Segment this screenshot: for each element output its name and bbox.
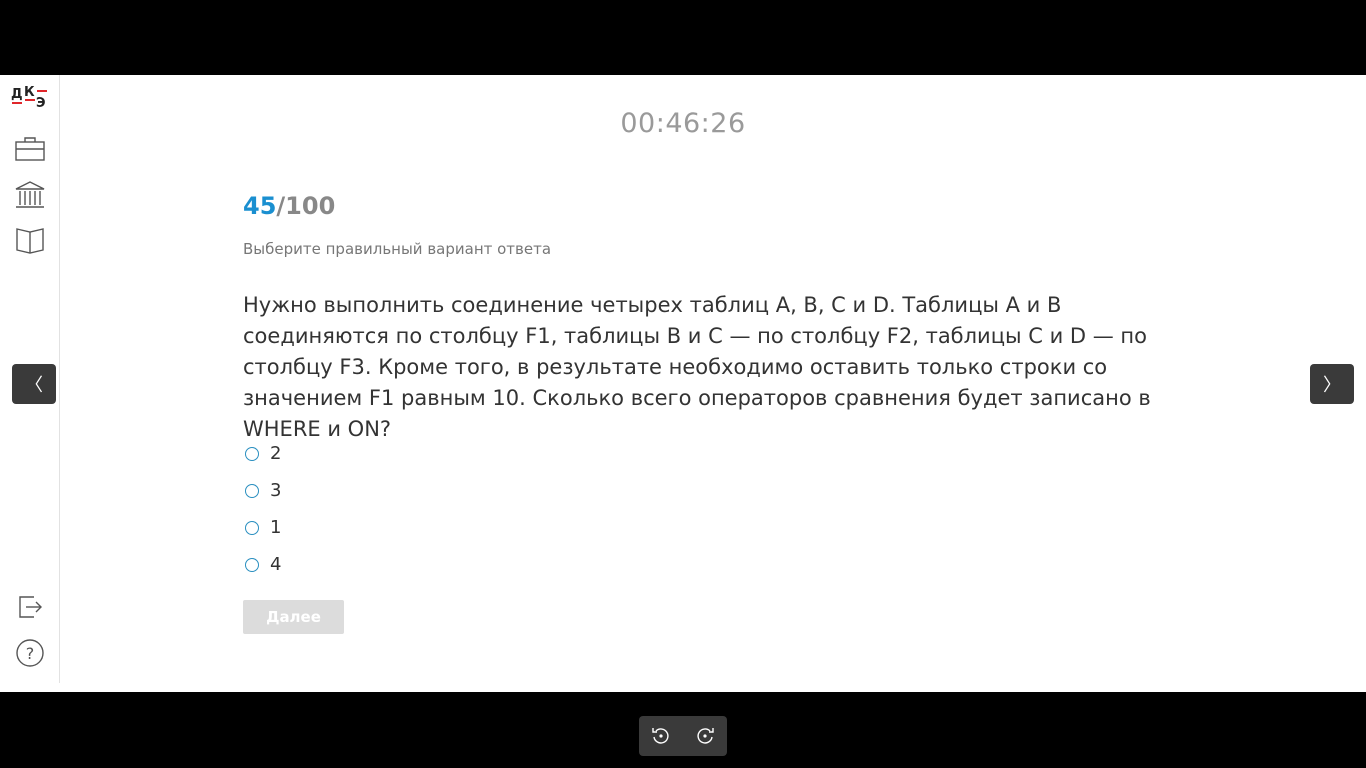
question-text: Нужно выполнить соединение четырех табли… xyxy=(243,293,1151,441)
answer-option-label: 3 xyxy=(270,480,282,501)
radio-button[interactable] xyxy=(245,557,259,572)
top-black-bar xyxy=(0,0,1366,75)
answer-options: 2 3 1 4 xyxy=(243,435,281,583)
help-icon[interactable]: ? xyxy=(14,637,46,669)
answer-option[interactable]: 2 xyxy=(243,435,281,472)
svg-text:?: ? xyxy=(26,644,35,663)
rotate-left-icon[interactable] xyxy=(650,725,672,747)
instruction-text: Выберите правильный вариант ответа xyxy=(243,240,552,258)
chevron-left-icon: 〈 xyxy=(25,375,43,396)
radio-button[interactable] xyxy=(245,520,259,535)
rotate-right-icon[interactable] xyxy=(694,725,716,747)
radio-button[interactable] xyxy=(245,483,259,498)
total-questions: /100 xyxy=(276,192,336,220)
question-counter: 45/100 xyxy=(243,192,335,220)
next-question-arrow-button[interactable]: 〉 xyxy=(1310,364,1354,404)
quiz-page: Д К Э ? 00:46:26 45/100 Выберите правиль xyxy=(0,75,1366,692)
media-controls xyxy=(639,716,727,756)
exit-icon[interactable] xyxy=(14,591,46,623)
answer-option[interactable]: 4 xyxy=(243,546,281,583)
svg-text:К: К xyxy=(24,85,35,100)
answer-option-label: 1 xyxy=(270,517,282,538)
next-button[interactable]: Далее xyxy=(243,600,344,634)
chevron-right-icon: 〉 xyxy=(1323,375,1341,396)
timer: 00:46:26 xyxy=(620,108,746,139)
bank-icon[interactable] xyxy=(14,179,46,211)
book-icon[interactable] xyxy=(14,223,46,255)
answer-option-label: 4 xyxy=(270,554,282,575)
answer-option[interactable]: 1 xyxy=(243,509,281,546)
current-question-number: 45 xyxy=(243,192,277,220)
prev-question-button[interactable]: 〈 xyxy=(12,364,56,404)
radio-button[interactable] xyxy=(245,446,259,461)
answer-option-label: 2 xyxy=(270,443,282,464)
answer-option[interactable]: 3 xyxy=(243,472,281,509)
svg-text:Д: Д xyxy=(11,87,23,102)
